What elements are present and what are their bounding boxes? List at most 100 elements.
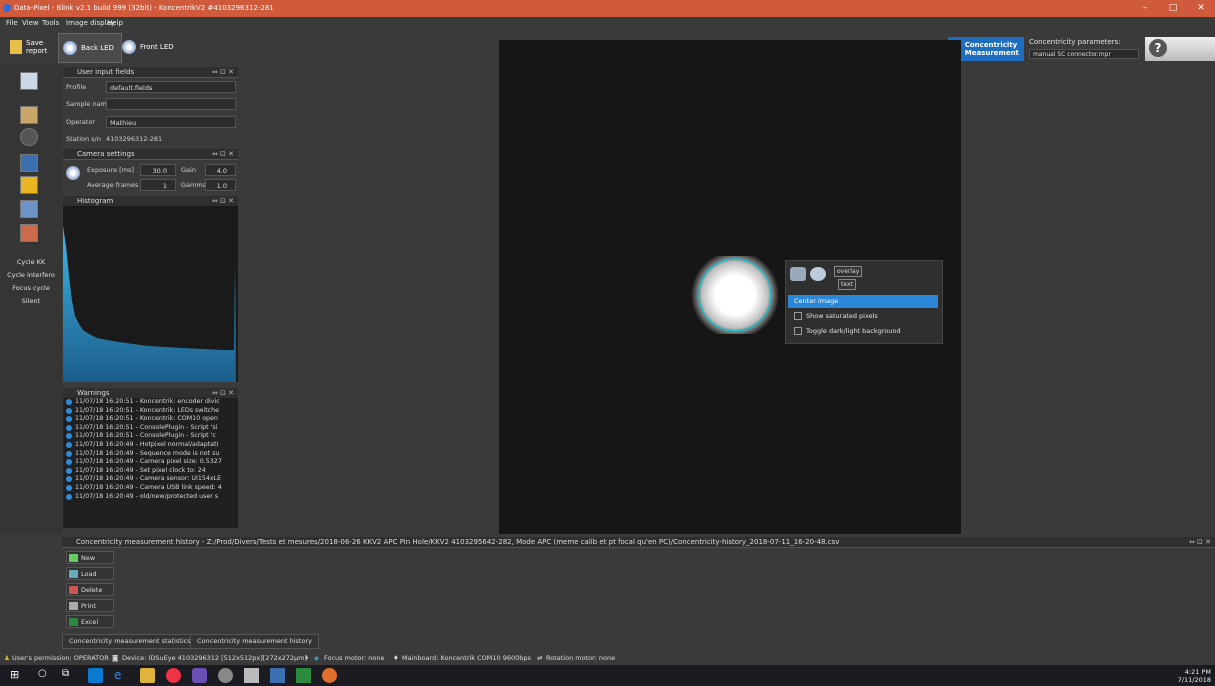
info-icon: [66, 424, 72, 431]
operator-label: Operator: [66, 118, 96, 126]
save-report-button[interactable]: Save report: [6, 33, 62, 61]
left-tool-strip: Cycle KK Cycle interfero Focus cycle Sil…: [0, 64, 62, 534]
excel-icon[interactable]: [296, 668, 311, 683]
history-icon[interactable]: [20, 224, 38, 242]
search-icon[interactable]: ○: [38, 668, 53, 683]
new-button[interactable]: New: [66, 551, 114, 564]
close-button[interactable]: ✕: [1188, 2, 1214, 15]
save-icon: [10, 40, 22, 54]
menu-view[interactable]: View: [22, 19, 39, 27]
checkbox[interactable]: [794, 327, 802, 335]
average-frames-label: Average frames: [87, 181, 139, 189]
app-icon[interactable]: [218, 668, 233, 683]
list-item: 11/07/18 16:20:49 - old/new/protected us…: [63, 493, 238, 502]
params-select[interactable]: manual SC connector.mpr: [1029, 49, 1139, 59]
title-bar: Data-Pixel - Blink v2.1 build 999 (32bit…: [0, 0, 1215, 17]
excel-icon: [69, 618, 78, 626]
gamma-input[interactable]: 1.0: [205, 179, 236, 191]
info-icon: [66, 467, 72, 474]
status-focus: Focus motor: none: [324, 654, 385, 662]
menu-file[interactable]: File: [6, 19, 18, 27]
info-icon: [66, 399, 72, 405]
chevron-down-icon[interactable]: ▾: [305, 651, 308, 665]
histogram-area: [63, 226, 236, 382]
menu-bar: File View Tools Image display Help: [0, 17, 1215, 30]
clock[interactable]: 4:21 PM 7/11/2018: [1178, 668, 1211, 684]
print-button[interactable]: Print: [66, 599, 114, 612]
menu-tools[interactable]: Tools: [42, 19, 59, 27]
text-button[interactable]: text: [838, 279, 856, 290]
exposure-label: Exposure [ms]: [87, 166, 134, 174]
camera-icon[interactable]: [20, 128, 38, 146]
fiber-spot: [689, 251, 785, 339]
report-icon[interactable]: [20, 72, 38, 90]
clock-time: 4:21 PM: [1184, 668, 1211, 676]
panel-controls[interactable]: ⇔ ⊡ ✕: [212, 149, 234, 160]
zoom-icon[interactable]: [810, 267, 826, 281]
overlay-context-panel: overlay text Center image Show saturated…: [785, 260, 943, 344]
delete-button[interactable]: Delete: [66, 583, 114, 596]
document-icon[interactable]: [20, 106, 38, 124]
cycle-interfero-item[interactable]: Cycle interfero: [0, 271, 62, 279]
info-icon: [66, 407, 72, 414]
app-icon[interactable]: [192, 668, 207, 683]
app-icon[interactable]: [322, 668, 337, 683]
user-icon: ♟: [4, 654, 10, 662]
silent-item[interactable]: Silent: [0, 297, 62, 305]
overlay-tool-icon[interactable]: [790, 267, 806, 281]
average-frames-input[interactable]: 1: [140, 179, 176, 191]
list-item: 11/07/18 16:20:49 - Set pixel clock to: …: [63, 467, 238, 476]
show-saturated-pixels-item[interactable]: Show saturated pixels: [788, 310, 938, 323]
toggle-background-item[interactable]: Toggle dark/light background: [788, 325, 938, 338]
clock-date: 7/11/2018: [1177, 676, 1211, 684]
info-icon: [66, 450, 72, 457]
list-item: 11/07/18 16:20:49 - Hotpixel normal/adap…: [63, 441, 238, 450]
tab-history[interactable]: Concentricity measurement history: [190, 634, 319, 649]
chart-icon[interactable]: [20, 154, 38, 172]
windows-icon[interactable]: ⊞: [10, 668, 25, 683]
focus-cycle-item[interactable]: Focus cycle: [0, 284, 62, 292]
load-button[interactable]: Load: [66, 567, 114, 580]
calculator-icon[interactable]: [244, 668, 259, 683]
panel-controls[interactable]: ⇔ ⊡ ✕: [212, 67, 234, 78]
list-item: 11/07/18 16:20:49 - Camera sensor: UI154…: [63, 475, 238, 484]
delete-icon: [69, 586, 78, 594]
info-icon: [66, 459, 72, 466]
back-led-button[interactable]: Back LED: [58, 33, 122, 63]
load-icon: [69, 570, 78, 578]
front-led-button[interactable]: Front LED: [118, 33, 184, 61]
minimize-button[interactable]: –: [1132, 2, 1158, 15]
operator-input[interactable]: Mathieu: [106, 116, 236, 128]
maximize-button[interactable]: □: [1160, 2, 1186, 15]
histogram-plot: [63, 206, 238, 382]
info-icon: [66, 493, 72, 500]
app-icon[interactable]: [270, 668, 285, 683]
chrome-icon[interactable]: [166, 668, 181, 683]
cycle-kk-item[interactable]: Cycle KK: [0, 258, 62, 266]
app-icon[interactable]: [88, 668, 103, 683]
warning-icon[interactable]: [20, 176, 38, 194]
list-item: 11/07/18 16:20:51 - ConsolePlugin - Scri…: [63, 424, 238, 433]
edge-icon[interactable]: e: [114, 668, 129, 683]
exposure-input[interactable]: 30.0: [140, 164, 176, 176]
center-image-item[interactable]: Center image: [788, 295, 938, 308]
profile-select[interactable]: default.fields: [106, 81, 236, 93]
checkbox[interactable]: [794, 312, 802, 320]
overlay-button[interactable]: overlay: [834, 266, 863, 277]
histogram-svg: [63, 226, 236, 382]
warnings-list[interactable]: 11/07/18 16:20:51 - Koncentrik: encoder …: [63, 398, 238, 528]
sample-name-input[interactable]: [106, 98, 236, 110]
tab-statistics[interactable]: Concentricity measurement statistics: [62, 634, 198, 649]
panel-controls[interactable]: ⇔ ⊡ ✕: [1189, 537, 1211, 548]
table-icon[interactable]: [20, 200, 38, 218]
menu-help[interactable]: Help: [107, 19, 123, 27]
station-value: 4103296312-281: [106, 135, 163, 143]
excel-button[interactable]: Excel: [66, 615, 114, 628]
list-item: 11/07/18 16:20:51 - Koncentrik: LEDs swi…: [63, 407, 238, 416]
help-button[interactable]: ?: [1145, 37, 1215, 61]
task-view-icon[interactable]: ⧉: [62, 668, 77, 683]
spot-svg: [691, 251, 779, 339]
folder-icon[interactable]: [140, 668, 155, 683]
window-title: Data-Pixel - Blink v2.1 build 999 (32bit…: [14, 4, 274, 12]
gain-input[interactable]: 4.0: [205, 164, 236, 176]
